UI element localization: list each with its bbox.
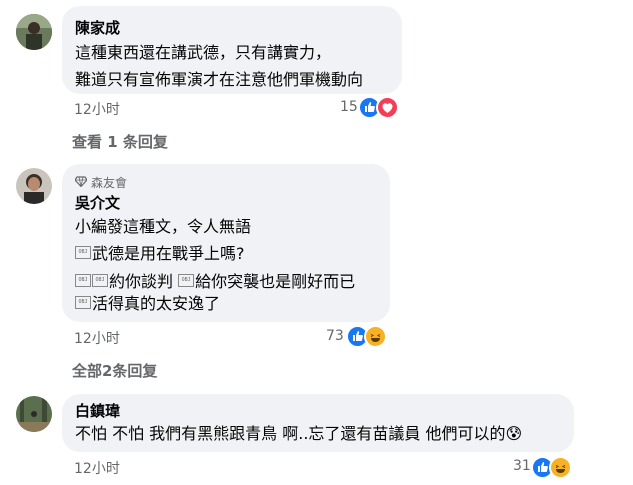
comment-author[interactable]: 白鎮瑋 [75,401,120,421]
comment-text-line: OBJ 武德是用在戰爭上嗎? [75,240,245,267]
comment-timestamp[interactable]: 12小时 [74,99,120,119]
reaction-count[interactable]: 73 [326,328,344,344]
comment-timestamp[interactable]: 12小时 [74,458,120,478]
reaction-count[interactable]: 15 [340,99,358,115]
view-replies-link[interactable]: 查看 1 条回复 [72,131,168,152]
reaction-count[interactable]: 31 [513,458,531,474]
haha-icon[interactable] [364,325,387,348]
comment-text-line: OBJ 活得真的太安逸了 [75,290,220,317]
avatar[interactable] [16,14,52,50]
love-icon[interactable] [376,96,399,119]
comment-text-segment: 活得真的太安逸了 [92,294,221,313]
comment-text-line: 小編發這種文，令人無語 [75,217,252,236]
comment-author[interactable]: 吳介文 [75,193,120,213]
diamond-icon [74,175,88,190]
object-placeholder: OBJ [75,246,91,259]
anxious-face-emoji: 😰 [505,424,523,443]
object-placeholder: OBJ [75,274,91,287]
haha-icon[interactable] [549,456,572,479]
comment-text-line: 這種東西還在講武德，只有講實力， [75,43,332,62]
comment-text-line: 難道只有宣佈軍演才在注意他們軍機動向 [75,70,364,89]
object-placeholder: OBJ [92,274,108,287]
view-replies-link[interactable]: 全部2条回复 [72,360,157,381]
object-placeholder: OBJ [75,296,91,309]
comment-text-line: 不怕 不怕 我們有黑熊跟青鳥 啊..忘了還有苗議員 他們可以的😰 [75,420,522,447]
comment-author[interactable]: 陳家成 [75,18,120,38]
comment-bubble: 白鎮瑋 不怕 不怕 我們有黑熊跟青鳥 啊..忘了還有苗議員 他們可以的😰 [62,394,574,452]
fan-badge[interactable]: 森友會 [74,174,128,191]
comment-bubble: 森友會 吳介文 小編發這種文，令人無語 OBJ 武德是用在戰爭上嗎? OBJ OBJ… [62,164,390,322]
avatar[interactable] [16,168,52,204]
comment-bubble: 陳家成 這種東西還在講武德，只有講實力， 難道只有宣佈軍演才在注意他們軍機動向 [62,6,402,94]
fan-badge-label: 森友會 [91,176,128,190]
avatar[interactable] [16,396,52,432]
comment-text-segment: 給你突襲也是剛好而已 [195,272,356,291]
comment-timestamp[interactable]: 12小时 [74,328,120,348]
object-placeholder: OBJ [178,274,195,287]
comment-text-segment: 約你談判 [109,272,174,291]
comment-text-segment: 不怕 不怕 我們有黑熊跟青鳥 啊..忘了還有苗議員 他們可以的 [75,424,506,443]
comment-text-segment: 武德是用在戰爭上嗎? [92,244,245,263]
